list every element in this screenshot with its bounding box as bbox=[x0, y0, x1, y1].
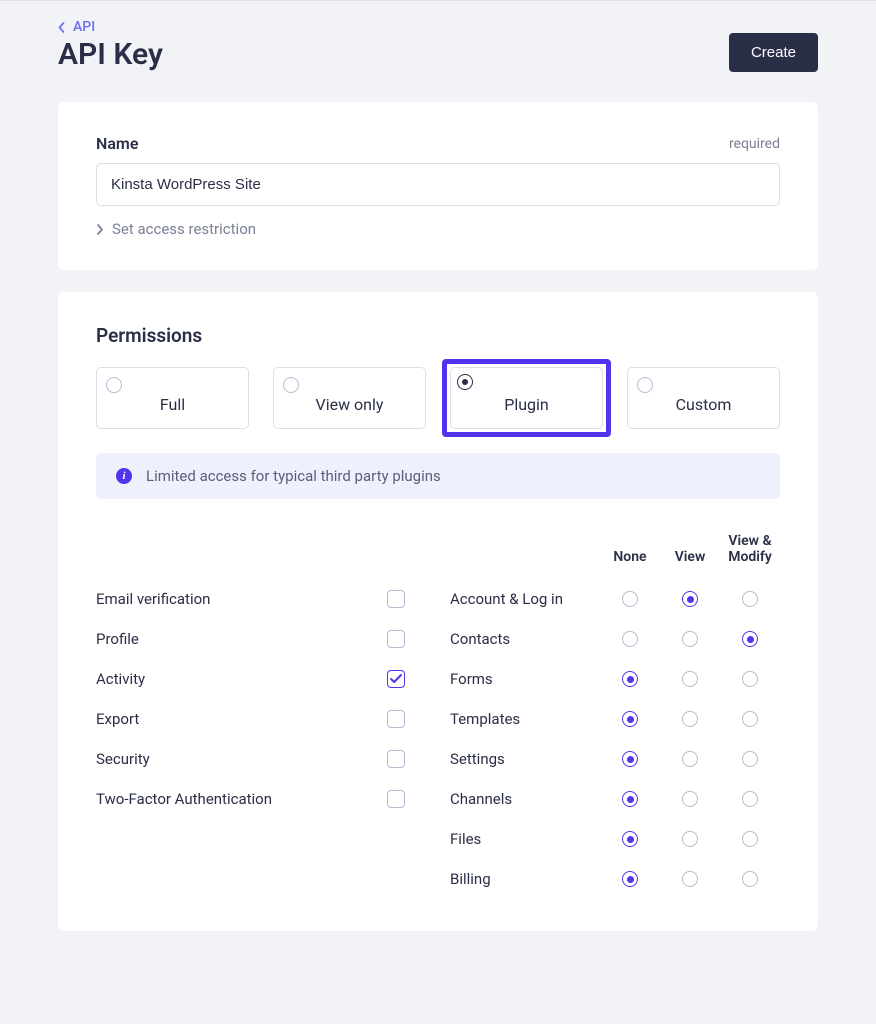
permission-label: Files bbox=[450, 830, 600, 848]
radio-modify[interactable] bbox=[742, 631, 758, 647]
radio-modify[interactable] bbox=[742, 831, 758, 847]
access-restriction-toggle[interactable]: Set access restriction bbox=[96, 220, 780, 238]
permission-label: Templates bbox=[450, 710, 600, 728]
name-input[interactable] bbox=[96, 163, 780, 206]
radio-icon bbox=[637, 377, 653, 393]
permission-label: Email verification bbox=[96, 590, 366, 608]
breadcrumb-label: API bbox=[73, 19, 95, 35]
checkbox[interactable] bbox=[387, 790, 405, 808]
create-button[interactable]: Create bbox=[729, 33, 818, 72]
radio-modify[interactable] bbox=[742, 791, 758, 807]
radio-none[interactable] bbox=[622, 671, 638, 687]
permission-label: Profile bbox=[96, 630, 366, 648]
col-header-modify: View & Modify bbox=[720, 533, 780, 565]
permission-row: Security bbox=[96, 739, 426, 779]
permission-row: Files bbox=[450, 819, 780, 859]
permission-label: Settings bbox=[450, 750, 600, 768]
checkbox[interactable] bbox=[387, 670, 405, 688]
col-header-view: View bbox=[660, 549, 720, 565]
permission-row: Activity bbox=[96, 659, 426, 699]
page-header: API API Key Create bbox=[58, 1, 818, 80]
radio-none[interactable] bbox=[622, 631, 638, 647]
radio-modify[interactable] bbox=[742, 751, 758, 767]
permission-row: Profile bbox=[96, 619, 426, 659]
radio-view[interactable] bbox=[682, 871, 698, 887]
name-card: Name required Set access restriction bbox=[58, 102, 818, 270]
radio-modify[interactable] bbox=[742, 591, 758, 607]
permission-row: Export bbox=[96, 699, 426, 739]
col-header-none: None bbox=[600, 549, 660, 565]
radio-none[interactable] bbox=[622, 871, 638, 887]
radio-modify[interactable] bbox=[742, 711, 758, 727]
permission-row: Contacts bbox=[450, 619, 780, 659]
radio-view[interactable] bbox=[682, 831, 698, 847]
permission-row: Two-Factor Authentication bbox=[96, 779, 426, 819]
info-icon: i bbox=[116, 468, 132, 484]
radio-none[interactable] bbox=[622, 711, 638, 727]
info-text: Limited access for typical third party p… bbox=[146, 467, 441, 485]
checkbox[interactable] bbox=[387, 590, 405, 608]
permissions-heading: Permissions bbox=[96, 324, 780, 347]
permission-tab-full[interactable]: Full bbox=[96, 367, 249, 429]
permission-label: Two-Factor Authentication bbox=[96, 790, 366, 808]
permission-mode-tabs: FullView onlyPluginCustom bbox=[96, 367, 780, 429]
permission-label: Contacts bbox=[450, 630, 600, 648]
radio-view[interactable] bbox=[682, 711, 698, 727]
permission-row: Email verification bbox=[96, 579, 426, 619]
permission-label: Security bbox=[96, 750, 366, 768]
access-restriction-label: Set access restriction bbox=[112, 220, 256, 238]
permission-row: Templates bbox=[450, 699, 780, 739]
radio-none[interactable] bbox=[622, 831, 638, 847]
permission-row: Channels bbox=[450, 779, 780, 819]
info-banner: i Limited access for typical third party… bbox=[96, 453, 780, 499]
permission-row: Account & Log in bbox=[450, 579, 780, 619]
radio-view[interactable] bbox=[682, 591, 698, 607]
permission-label: Export bbox=[96, 710, 366, 728]
permission-tab-custom[interactable]: Custom bbox=[627, 367, 780, 429]
required-label: required bbox=[729, 136, 780, 152]
radio-view[interactable] bbox=[682, 751, 698, 767]
permission-label: Activity bbox=[96, 670, 366, 688]
radio-view[interactable] bbox=[682, 631, 698, 647]
radio-modify[interactable] bbox=[742, 671, 758, 687]
radio-none[interactable] bbox=[622, 591, 638, 607]
name-label: Name bbox=[96, 134, 138, 153]
radio-icon bbox=[106, 377, 122, 393]
radio-icon bbox=[283, 377, 299, 393]
radio-modify[interactable] bbox=[742, 871, 758, 887]
permission-row: Billing bbox=[450, 859, 780, 899]
permission-label: Channels bbox=[450, 790, 600, 808]
permissions-right-column: None View View & Modify Account & Log in… bbox=[450, 529, 780, 899]
checkbox[interactable] bbox=[387, 750, 405, 768]
radio-none[interactable] bbox=[622, 751, 638, 767]
permission-tab-plugin[interactable]: Plugin bbox=[442, 359, 611, 437]
permissions-left-column: Email verification Profile Activity Export S… bbox=[96, 529, 426, 899]
permission-label: Account & Log in bbox=[450, 590, 600, 608]
permission-label: Forms bbox=[450, 670, 600, 688]
permissions-card: Permissions Full View only Plugin Custom i … bbox=[58, 292, 818, 931]
radio-icon bbox=[457, 374, 473, 390]
permission-row: Forms bbox=[450, 659, 780, 699]
permission-tab-view-only[interactable]: View only bbox=[273, 367, 426, 429]
radio-view[interactable] bbox=[682, 671, 698, 687]
radio-none[interactable] bbox=[622, 791, 638, 807]
page-title: API Key bbox=[58, 37, 163, 72]
checkbox[interactable] bbox=[387, 630, 405, 648]
radio-view[interactable] bbox=[682, 791, 698, 807]
breadcrumb-api[interactable]: API bbox=[58, 19, 163, 35]
chevron-right-icon bbox=[96, 224, 104, 235]
checkbox[interactable] bbox=[387, 710, 405, 728]
chevron-left-icon bbox=[58, 22, 65, 33]
permission-label: Billing bbox=[450, 870, 600, 888]
permission-row: Settings bbox=[450, 739, 780, 779]
